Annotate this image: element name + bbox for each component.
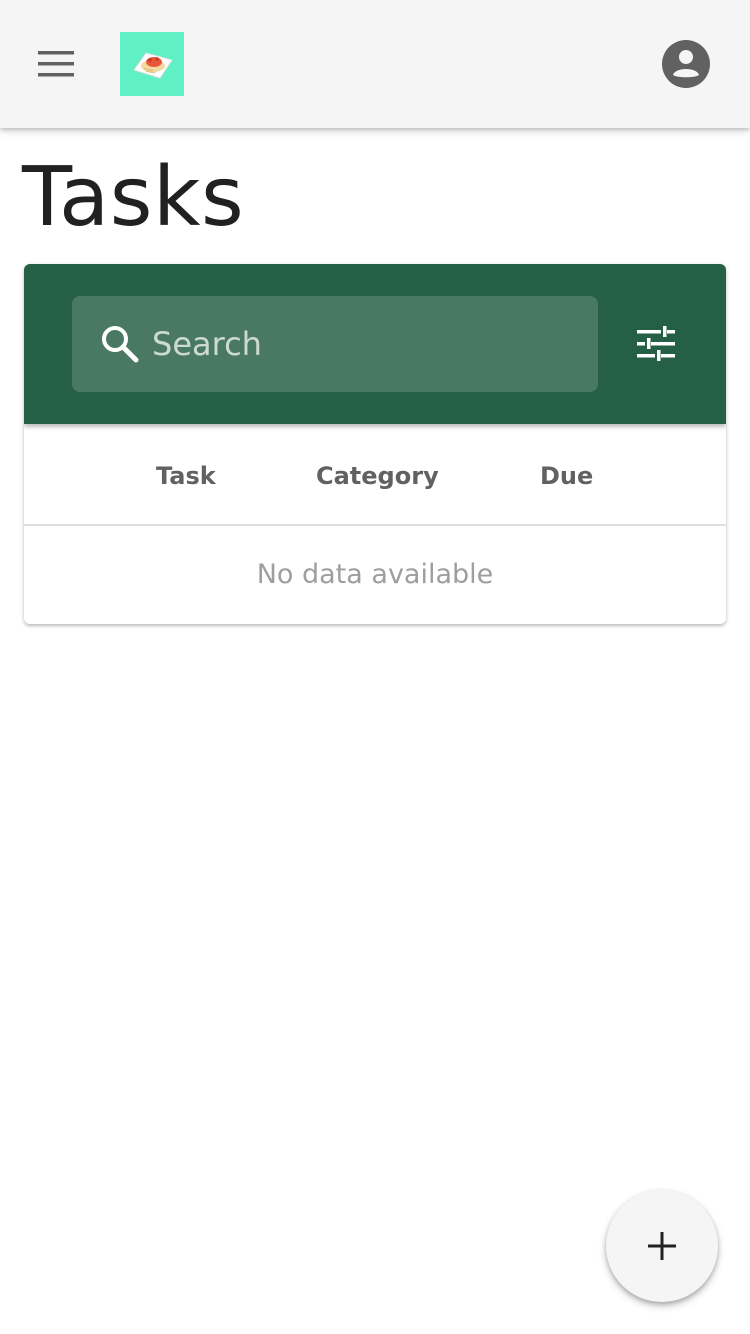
column-header-due[interactable]: Due (540, 462, 593, 490)
menu-button[interactable] (24, 40, 88, 88)
table-header: Task Category Due (24, 424, 726, 526)
table-toolbar (24, 264, 726, 424)
empty-state-message: No data available (256, 558, 494, 590)
column-header-category[interactable]: Category (316, 462, 439, 490)
search-input[interactable] (152, 320, 572, 368)
account-circle-icon (662, 40, 710, 88)
plus-icon (648, 1232, 676, 1260)
hamburger-menu-icon (38, 51, 74, 77)
app-bar (0, 0, 750, 128)
search-icon (102, 326, 139, 363)
tasks-table-card: Task Category Due No data available (24, 264, 726, 624)
page-title: Tasks (22, 150, 245, 245)
food-plate-icon (133, 52, 173, 79)
app-logo[interactable] (120, 32, 184, 96)
account-button[interactable] (658, 36, 714, 92)
add-task-button[interactable] (606, 1190, 718, 1302)
filter-button[interactable] (628, 320, 684, 368)
search-field[interactable] (72, 296, 598, 392)
tune-sliders-icon (637, 326, 675, 361)
column-header-task[interactable]: Task (156, 462, 216, 490)
